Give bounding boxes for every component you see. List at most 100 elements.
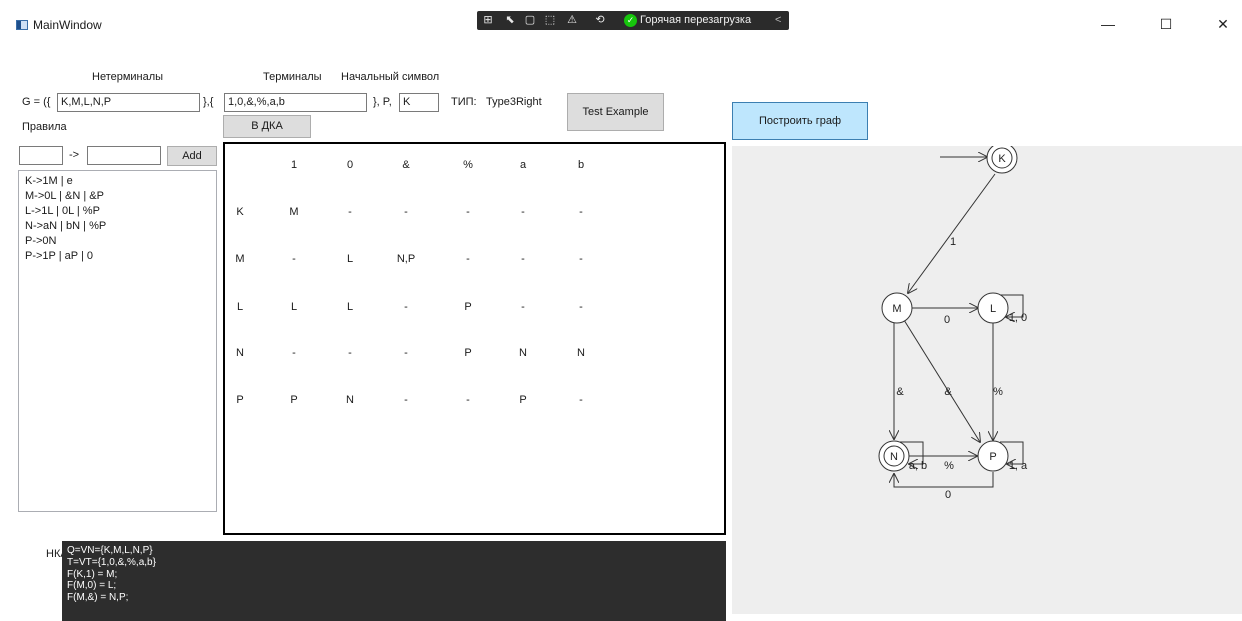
start-symbol-label: Начальный символ: [341, 71, 440, 83]
display-adorners-icon[interactable]: ▢: [523, 13, 537, 27]
table-cell: -: [521, 253, 525, 265]
edge-m-p-label: &: [944, 386, 952, 398]
terminals-input[interactable]: 1,0,&,%,a,b: [224, 93, 367, 112]
edge-p-n-label: 0: [945, 489, 951, 501]
type-label: ТИП:: [451, 96, 477, 108]
edge-l-loop-label: 1, 0: [1009, 312, 1027, 324]
add-rule-button[interactable]: Add: [167, 146, 217, 166]
table-cell: L: [290, 301, 298, 313]
table-cell: L: [346, 301, 354, 313]
table-header: 0: [346, 159, 354, 171]
nfa-line: F(K,1) = M;: [67, 568, 118, 580]
table-cell: P: [290, 394, 298, 406]
type-value: Type3Right: [486, 96, 542, 108]
to-dfa-button[interactable]: В ДКА: [223, 115, 311, 138]
grammar-prefix: G = ({: [22, 96, 51, 108]
list-item[interactable]: L->1L | 0L | %P: [25, 204, 216, 219]
table-cell: M: [289, 206, 299, 218]
table-cell: L: [346, 253, 354, 265]
xaml-dev-toolbar: ⊞ ⬉ ▢ ⬚ ⚠ ⟲ ✓ Горячая перезагрузка <: [477, 11, 789, 30]
table-cell: P: [519, 394, 527, 406]
hot-reload-check-icon: ✓: [624, 14, 637, 27]
list-item[interactable]: N->aN | bN | %P: [25, 219, 216, 234]
node-k-label: K: [998, 153, 1006, 165]
table-state: L: [236, 301, 244, 313]
edge-p-loop-label: 1, a: [1009, 460, 1028, 472]
hot-reload-settings-icon[interactable]: ⟲: [593, 13, 607, 27]
minimize-button[interactable]: —: [1098, 14, 1118, 34]
table-cell: -: [466, 253, 470, 265]
nfa-line: Q=VN={K,M,L,N,P}: [67, 545, 153, 556]
table-cell: -: [404, 301, 408, 313]
build-graph-button[interactable]: Построить граф: [732, 102, 868, 140]
table-state: P: [236, 394, 244, 406]
table-header: &: [402, 159, 410, 171]
rules-label: Правила: [22, 121, 67, 133]
table-cell: -: [466, 394, 470, 406]
edge-p-n: [894, 472, 994, 488]
node-m-label: M: [892, 303, 901, 315]
list-item[interactable]: P->0N: [25, 234, 216, 249]
table-cell: -: [521, 206, 525, 218]
nfa-output[interactable]: Q=VN={K,M,L,N,P} T=VT={1,0,&,%,a,b} F(K,…: [62, 541, 726, 621]
close-button[interactable]: ✕: [1213, 14, 1233, 34]
hot-reload-label[interactable]: Горячая перезагрузка: [640, 13, 751, 28]
app-icon: [16, 20, 28, 30]
table-cell: N: [346, 394, 354, 406]
rule-left-input[interactable]: [19, 146, 63, 165]
nonterminals-label: Нетерминалы: [92, 71, 164, 83]
table-cell: -: [292, 253, 296, 265]
test-example-button[interactable]: Test Example: [567, 93, 664, 131]
table-cell: -: [579, 301, 583, 313]
nfa-line: T=VT={1,0,&,%,a,b}: [67, 556, 156, 568]
table-cell: P: [464, 347, 472, 359]
table-cell: -: [579, 253, 583, 265]
collapse-toolbar-icon[interactable]: <: [775, 13, 781, 28]
rule-right-input[interactable]: [87, 146, 161, 165]
table-cell: N: [577, 347, 585, 359]
edge-m-n-label: &: [896, 386, 904, 398]
binding-failures-icon[interactable]: ⚠: [565, 13, 579, 27]
edge-k-m-label: 1: [950, 236, 956, 248]
table-header: a: [519, 159, 527, 171]
table-cell: -: [348, 347, 352, 359]
select-element-icon[interactable]: ⬉: [503, 13, 517, 27]
edge-m-p: [903, 319, 980, 442]
table-cell: -: [404, 206, 408, 218]
table-header: %: [463, 159, 473, 171]
table-cell: -: [348, 206, 352, 218]
node-n-label: N: [890, 451, 898, 463]
edge-l-p-label: %: [993, 386, 1003, 398]
list-item[interactable]: M->0L | &N | &P: [25, 189, 216, 204]
table-header: b: [577, 159, 585, 171]
node-p-label: P: [989, 451, 996, 463]
table-cell: P: [464, 301, 472, 313]
separator-2: }, P,: [373, 96, 392, 108]
table-cell: -: [292, 347, 296, 359]
nfa-line: F(M,0) = L;: [67, 580, 117, 592]
table-state: M: [235, 253, 245, 265]
table-cell: N: [519, 347, 527, 359]
rules-list[interactable]: K->1M | e M->0L | &N | &P L->1L | 0L | %…: [18, 170, 217, 512]
table-state: K: [236, 206, 244, 218]
maximize-button[interactable]: ☐: [1156, 14, 1176, 34]
track-focus-icon[interactable]: ⬚: [543, 13, 557, 27]
table-cell: -: [579, 394, 583, 406]
start-symbol-input[interactable]: K: [399, 93, 439, 112]
live-tree-icon[interactable]: ⊞: [481, 13, 495, 27]
table-header: 1: [290, 159, 298, 171]
automaton-graph: K M L N P 1 0 1, 0 & & % a, b % 1, a 0: [878, 146, 1028, 501]
window-title: MainWindow: [33, 18, 102, 32]
list-item[interactable]: P->1P | aP | 0: [25, 249, 216, 264]
node-l-label: L: [990, 303, 996, 315]
list-item[interactable]: K->1M | e: [25, 174, 216, 189]
graph-canvas: K M L N P 1 0 1, 0 & & % a, b % 1, a 0: [732, 146, 1242, 614]
nonterminals-input[interactable]: K,M,L,N,P: [57, 93, 200, 112]
table-cell: -: [404, 394, 408, 406]
table-cell: N,P: [396, 253, 416, 265]
rule-arrow: ->: [69, 149, 80, 161]
table-state: N: [236, 347, 244, 359]
nfa-line: F(M,&) = N,P;: [67, 592, 129, 604]
table-cell: -: [579, 206, 583, 218]
edge-n-p-label: %: [944, 460, 954, 472]
